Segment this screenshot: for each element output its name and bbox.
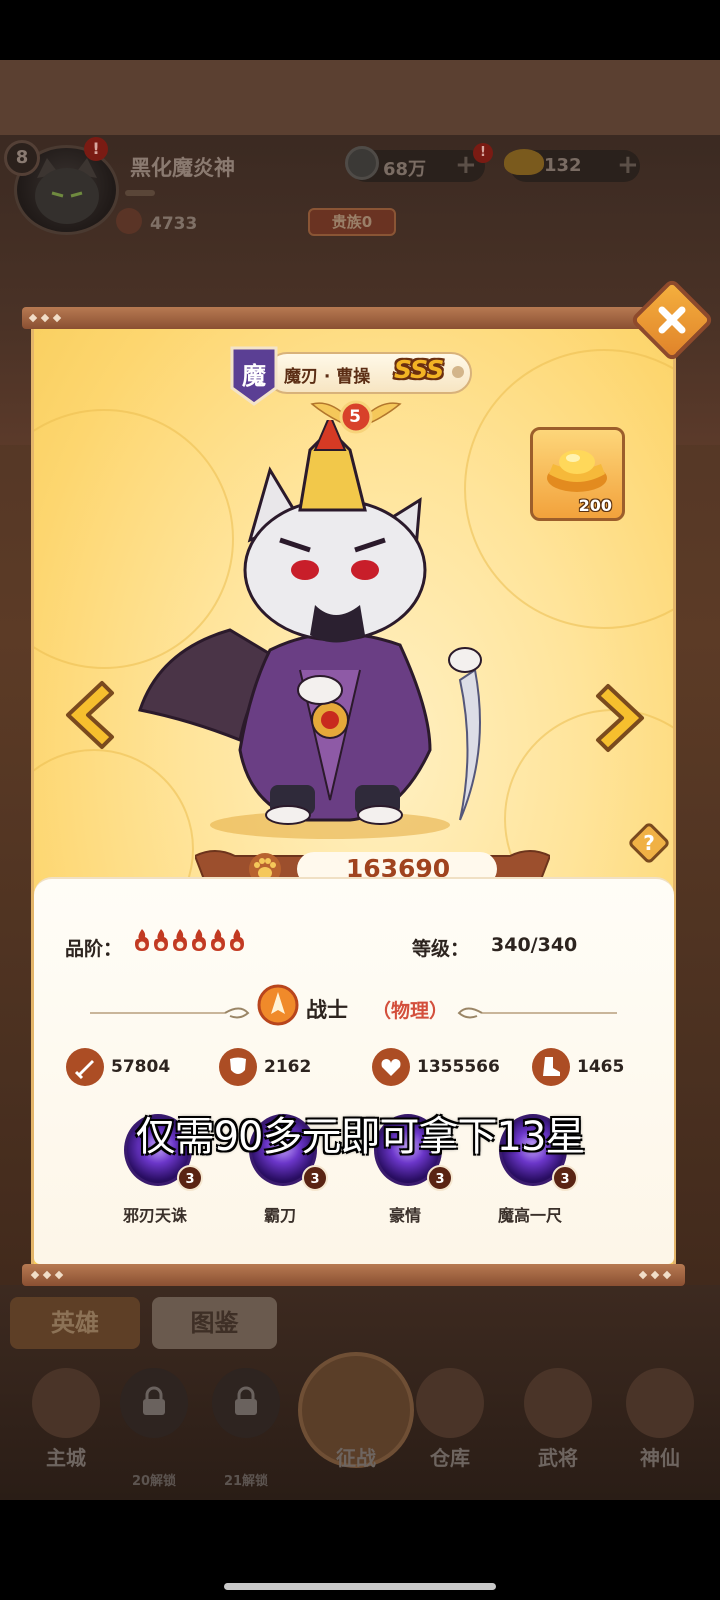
nav-unlock-label: 20解锁 bbox=[131, 1474, 177, 1489]
player-level: 8 bbox=[4, 140, 40, 176]
lock-icon bbox=[143, 1386, 165, 1415]
help-symbol: ? bbox=[643, 831, 655, 855]
previous-hero-arrow-icon[interactable] bbox=[58, 677, 116, 753]
player-power: 4733 bbox=[150, 214, 198, 234]
castle-icon bbox=[32, 1368, 100, 1438]
quality-label: 品阶： bbox=[65, 938, 123, 960]
heart-icon bbox=[372, 1048, 410, 1086]
nav-warehouse[interactable]: 仓库 bbox=[404, 1368, 496, 1480]
ingot-icon bbox=[504, 149, 544, 175]
top-band bbox=[0, 60, 720, 135]
quality-flame-icon bbox=[135, 929, 149, 951]
exp-bar bbox=[125, 190, 155, 196]
skill-level: 3 bbox=[302, 1165, 328, 1191]
add-ingot-button[interactable]: + bbox=[617, 152, 639, 178]
immortal-icon bbox=[626, 1368, 694, 1438]
tab-codex[interactable]: 图鉴 bbox=[152, 1297, 277, 1349]
quality-flame-icon bbox=[230, 929, 244, 951]
skill-name: 邪刃天诛 bbox=[122, 1206, 187, 1225]
ingot-price: 200 bbox=[578, 496, 612, 515]
nav-label: 主城 bbox=[46, 1446, 86, 1470]
divider-ornament bbox=[457, 1007, 617, 1019]
help-icon: ? bbox=[629, 823, 669, 863]
help-button[interactable]: ? bbox=[628, 822, 670, 864]
stat-speed-value: 1465 bbox=[577, 1057, 625, 1077]
stat-attack-value: 57804 bbox=[111, 1057, 171, 1077]
modal-bottom-bar bbox=[22, 1264, 685, 1286]
nav-locked-21[interactable]: 21解锁 bbox=[200, 1368, 292, 1489]
video-subtitle: 仅需90多元即可拿下13星 bbox=[135, 1114, 586, 1160]
nav-campaign[interactable]: 征战 bbox=[310, 1368, 402, 1480]
bag-icon bbox=[416, 1368, 484, 1438]
nav-unlock-label: 21解锁 bbox=[223, 1474, 269, 1489]
screen: { "player": { "level": "8", "name": "黑化魔… bbox=[0, 0, 720, 1600]
general-icon bbox=[524, 1368, 592, 1438]
nav-label: 征战 bbox=[336, 1446, 376, 1470]
coin-alert-icon: ! bbox=[473, 143, 493, 163]
avatar-alert-icon: ! bbox=[84, 137, 108, 161]
stat-hp-value: 1355566 bbox=[417, 1057, 500, 1077]
quality-flames bbox=[133, 928, 246, 956]
warrior-class-icon bbox=[257, 984, 299, 1026]
quality-flame-icon bbox=[154, 929, 168, 951]
nav-generals[interactable]: 武将 bbox=[512, 1368, 604, 1480]
coin-icon bbox=[345, 146, 379, 180]
skill-level: 3 bbox=[552, 1165, 578, 1191]
nav-label: 神仙 bbox=[640, 1446, 680, 1470]
close-icon[interactable] bbox=[642, 290, 702, 350]
skill-name: 霸刀 bbox=[263, 1206, 296, 1225]
player-name: 黑化魔炎神 bbox=[130, 156, 235, 180]
next-hero-arrow-icon[interactable] bbox=[594, 680, 652, 756]
hero-name: 魔刃 · 曹操 bbox=[284, 367, 371, 387]
class-name: 战士 bbox=[306, 998, 348, 1022]
faction-label: 魔 bbox=[242, 361, 266, 390]
stat-defense-value: 2162 bbox=[264, 1057, 312, 1077]
divider-ornament bbox=[90, 1007, 250, 1019]
quality-flame-icon bbox=[192, 929, 206, 951]
quality-flame-icon bbox=[211, 929, 225, 951]
sword-icon bbox=[66, 1048, 104, 1086]
nav-label: 武将 bbox=[538, 1446, 578, 1470]
skill-level: 3 bbox=[427, 1165, 453, 1191]
shield-icon bbox=[219, 1048, 257, 1086]
skill-name: 魔高一尺 bbox=[497, 1206, 562, 1225]
paw-icon bbox=[116, 208, 142, 234]
level-label: 等级： bbox=[412, 938, 470, 960]
nav-main-city[interactable]: 主城 bbox=[20, 1368, 112, 1480]
nav-immortals[interactable]: 神仙 bbox=[614, 1368, 706, 1480]
boot-icon bbox=[532, 1048, 570, 1086]
home-indicator[interactable] bbox=[224, 1583, 496, 1590]
skill-level: 3 bbox=[177, 1165, 203, 1191]
modal-top-bar bbox=[22, 307, 677, 329]
lock-icon bbox=[235, 1386, 257, 1415]
coin-value: 68万 bbox=[383, 159, 427, 180]
class-type: （物理） bbox=[372, 1000, 449, 1022]
ingot-value: 132 bbox=[544, 155, 582, 176]
plate-ornament bbox=[452, 366, 464, 378]
noble-badge[interactable]: 贵族0 bbox=[308, 208, 396, 236]
hero-portrait bbox=[138, 420, 482, 839]
quality-flame-icon bbox=[173, 929, 187, 951]
hero-rank: SSS bbox=[394, 355, 444, 384]
tab-hero[interactable]: 英雄 bbox=[10, 1297, 140, 1349]
level-value: 340/340 bbox=[491, 934, 578, 956]
nav-label: 仓库 bbox=[430, 1446, 470, 1470]
skill-name: 豪情 bbox=[388, 1206, 421, 1225]
nav-locked-20[interactable]: 20解锁 bbox=[108, 1368, 200, 1489]
